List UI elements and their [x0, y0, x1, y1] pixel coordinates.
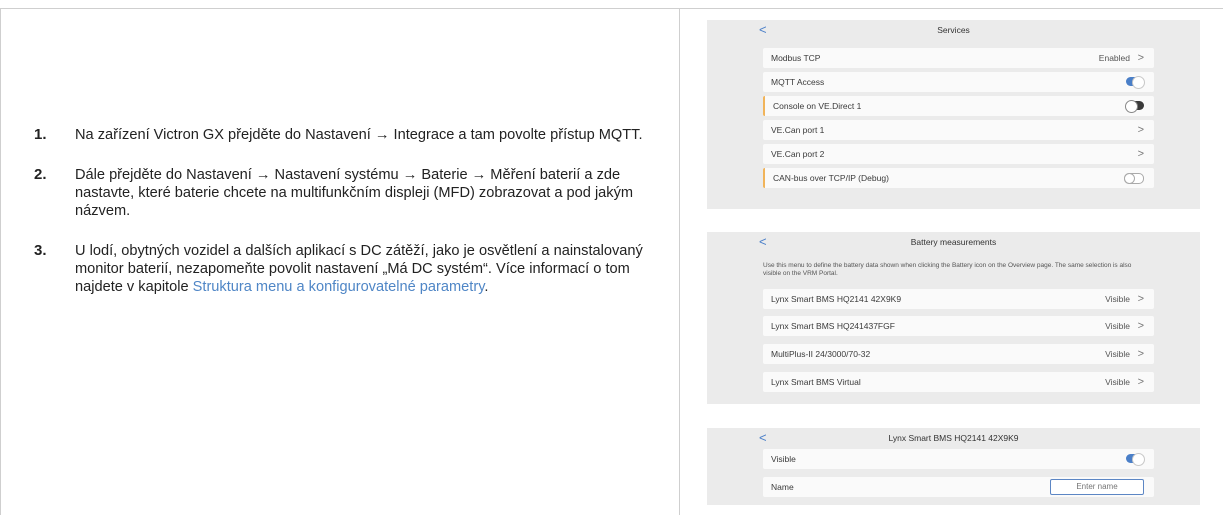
step-number: 2. [34, 166, 47, 183]
console-vedirect-row[interactable]: Console on VE.Direct 1 [763, 96, 1154, 116]
step-text-end: . [484, 279, 489, 295]
step-text: Dále přejděte do Nastavení → Nastavení s… [75, 167, 634, 219]
row-label: MQTT Access [771, 77, 825, 87]
name-input[interactable] [1050, 479, 1144, 495]
row-label: Visible [771, 454, 796, 464]
column-divider [679, 8, 680, 515]
battery-row[interactable]: Lynx Smart BMS Virtual Visible > [763, 372, 1154, 392]
row-label: Lynx Smart BMS Virtual [771, 377, 861, 387]
instruction-steps: 1. Na zařízení Victron GX přejděte do Na… [34, 126, 664, 318]
row-value: Enabled [1098, 53, 1130, 63]
chevron-right-icon: > [1137, 293, 1144, 305]
name-row: Name [763, 477, 1154, 497]
modbus-tcp-row[interactable]: Modbus TCP Enabled > [763, 48, 1154, 68]
row-label: CAN-bus over TCP/IP (Debug) [773, 173, 889, 183]
step-text: U lodí, obytných vozidel a dalších aplik… [75, 242, 664, 296]
step-1: 1. Na zařízení Victron GX přejděte do Na… [34, 126, 664, 144]
row-label: Lynx Smart BMS HQ241437FGF [771, 321, 895, 331]
chevron-right-icon: > [1137, 320, 1144, 332]
battery-row[interactable]: Lynx Smart BMS HQ241437FGF Visible > [763, 316, 1154, 336]
battery-detail-screenshot: < Lynx Smart BMS HQ2141 42X9K9 Visible N… [707, 428, 1200, 505]
step-number: 3. [34, 242, 47, 259]
vecan-port1-row[interactable]: VE.Can port 1 > [763, 120, 1154, 140]
row-value: Visible [1105, 294, 1130, 304]
frame-left-border [0, 8, 1, 515]
canbus-tcp-row[interactable]: CAN-bus over TCP/IP (Debug) [763, 168, 1154, 188]
chevron-right-icon: > [1137, 124, 1144, 136]
row-label: Lynx Smart BMS HQ2141 42X9K9 [771, 294, 902, 304]
step-number: 1. [34, 126, 47, 143]
step-3: 3. U lodí, obytných vozidel a dalších ap… [34, 242, 664, 296]
step-2: 2. Dále přejděte do Nastavení → Nastaven… [34, 166, 664, 220]
panel-title: Services [937, 25, 970, 35]
visible-row[interactable]: Visible [763, 449, 1154, 469]
console-vedirect-toggle[interactable] [1125, 100, 1144, 113]
row-value: Visible [1105, 321, 1130, 331]
menu-structure-link[interactable]: Struktura menu a konfigurovatelné parame… [193, 279, 485, 295]
frame-top-border [0, 8, 1223, 9]
row-label: Console on VE.Direct 1 [773, 101, 862, 111]
panel-title: Lynx Smart BMS HQ2141 42X9K9 [888, 433, 1019, 443]
row-label: Modbus TCP [771, 53, 821, 63]
row-label: Name [771, 482, 794, 492]
visible-toggle[interactable] [1126, 453, 1145, 466]
row-label: VE.Can port 2 [771, 149, 825, 159]
chevron-right-icon: > [1137, 376, 1144, 388]
step-text: Na zařízení Victron GX přejděte do Nasta… [75, 127, 643, 143]
panel-description: Use this menu to define the battery data… [763, 262, 1132, 277]
battery-row[interactable]: MultiPlus-II 24/3000/70-32 Visible > [763, 344, 1154, 364]
battery-row[interactable]: Lynx Smart BMS HQ2141 42X9K9 Visible > [763, 289, 1154, 309]
chevron-right-icon: > [1137, 348, 1144, 360]
row-label: VE.Can port 1 [771, 125, 825, 135]
mqtt-access-toggle[interactable] [1126, 76, 1145, 89]
row-value: Visible [1105, 377, 1130, 387]
mqtt-access-row[interactable]: MQTT Access [763, 72, 1154, 92]
services-screenshot: < Services Modbus TCP Enabled > MQTT Acc… [707, 20, 1200, 209]
chevron-right-icon: > [1137, 148, 1144, 160]
canbus-tcp-toggle[interactable] [1124, 173, 1144, 184]
chevron-right-icon: > [1137, 52, 1144, 64]
row-value: Visible [1105, 349, 1130, 359]
row-label: MultiPlus-II 24/3000/70-32 [771, 349, 871, 359]
panel-title: Battery measurements [910, 237, 997, 247]
vecan-port2-row[interactable]: VE.Can port 2 > [763, 144, 1154, 164]
battery-measurements-screenshot: < Battery measurements Use this menu to … [707, 232, 1200, 404]
